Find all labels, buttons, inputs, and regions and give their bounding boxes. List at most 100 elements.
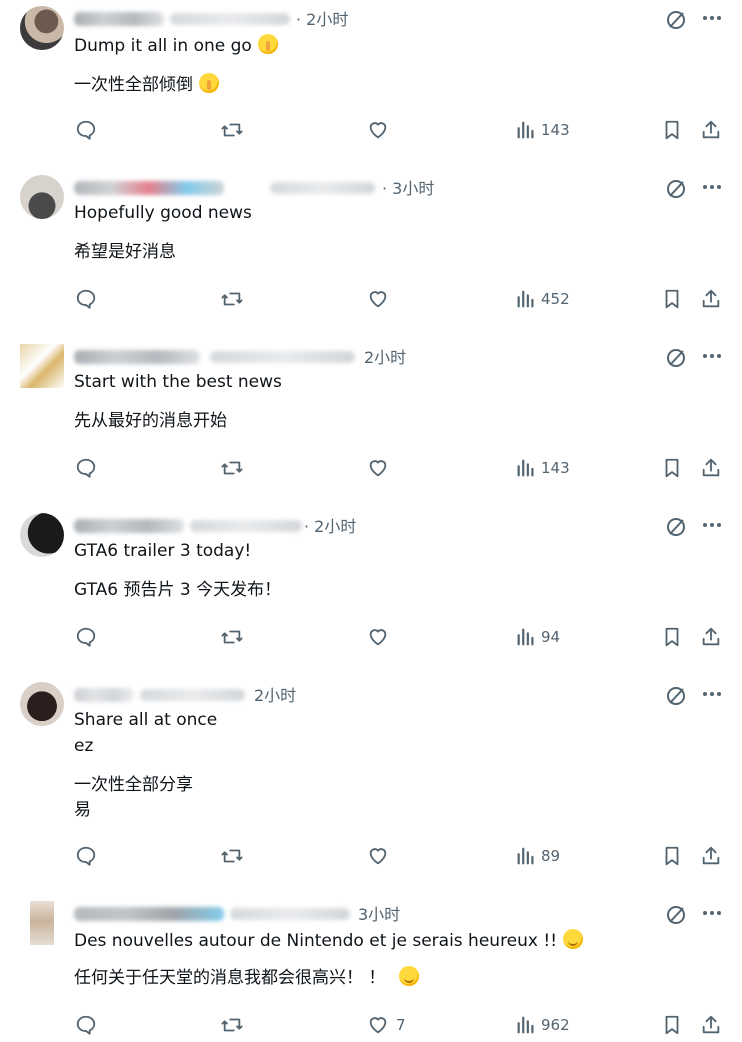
more-icon[interactable] — [700, 6, 724, 30]
grok-icon[interactable] — [664, 8, 688, 32]
reply-icon — [76, 627, 96, 647]
grok-icon[interactable] — [664, 903, 688, 927]
like-icon — [369, 848, 387, 865]
retweet-button[interactable] — [221, 845, 243, 869]
like-button[interactable] — [367, 845, 389, 869]
display-name-redacted[interactable] — [74, 181, 224, 195]
avatar[interactable] — [20, 513, 64, 557]
share-button[interactable] — [700, 1014, 722, 1038]
bookmark-button[interactable] — [661, 288, 683, 312]
display-name-redacted[interactable] — [74, 350, 200, 364]
reply-button[interactable] — [75, 288, 97, 312]
retweet-button[interactable] — [221, 119, 243, 143]
grok-icon[interactable] — [664, 515, 688, 539]
avatar[interactable] — [20, 682, 64, 726]
views-button[interactable] — [515, 1014, 537, 1038]
like-icon — [369, 460, 387, 477]
display-name-redacted[interactable] — [74, 907, 224, 921]
reply-text-line: 一次性全部分享 — [74, 775, 193, 795]
smiling-face-icon — [563, 929, 584, 949]
views-icon — [517, 290, 534, 308]
reply-button[interactable] — [75, 457, 97, 481]
share-button[interactable] — [700, 288, 722, 312]
reply-button[interactable] — [75, 1014, 97, 1038]
retweet-button[interactable] — [221, 288, 243, 312]
grok-icon[interactable] — [664, 684, 688, 708]
retweet-icon — [221, 1018, 243, 1032]
reply-icon — [76, 846, 96, 866]
bookmark-button[interactable] — [661, 457, 683, 481]
views-button[interactable] — [515, 626, 537, 650]
timestamp[interactable]: 2小时 — [364, 344, 406, 368]
timestamp[interactable]: · 2小时 — [296, 6, 348, 30]
display-name-redacted[interactable] — [74, 519, 184, 533]
views-icon — [517, 459, 534, 477]
share-button[interactable] — [700, 845, 722, 869]
reply-text-line: 希望是好消息 — [74, 242, 176, 262]
bookmark-button[interactable] — [661, 626, 683, 650]
reply-button[interactable] — [75, 626, 97, 650]
like-button[interactable] — [367, 1014, 389, 1038]
timestamp[interactable]: 3小时 — [358, 901, 400, 925]
bookmark-icon — [665, 120, 679, 140]
share-button[interactable] — [700, 119, 722, 143]
bookmark-icon — [665, 1015, 679, 1035]
share-icon — [702, 1015, 720, 1034]
share-icon — [702, 289, 720, 308]
avatar[interactable] — [20, 175, 64, 219]
timestamp[interactable]: 2小时 — [254, 682, 296, 706]
views-count: 94 — [541, 628, 561, 646]
like-button[interactable] — [367, 119, 389, 143]
timestamp[interactable]: · 3小时 — [382, 175, 434, 199]
more-icon[interactable] — [700, 344, 724, 368]
more-icon[interactable] — [700, 901, 724, 925]
reply-button[interactable] — [75, 119, 97, 143]
share-icon — [702, 458, 720, 477]
like-button[interactable] — [367, 288, 389, 312]
bookmark-icon — [665, 846, 679, 866]
retweet-button[interactable] — [221, 1014, 243, 1038]
shushing-face-icon — [257, 34, 278, 54]
retweet-button[interactable] — [221, 626, 243, 650]
views-button[interactable] — [515, 288, 537, 312]
views-button[interactable] — [515, 119, 537, 143]
views-icon — [517, 847, 534, 865]
handle-redacted — [190, 520, 302, 532]
more-icon[interactable] — [700, 175, 724, 199]
retweet-icon — [221, 292, 243, 306]
avatar[interactable] — [20, 6, 64, 50]
reply-button[interactable] — [75, 845, 97, 869]
grok-icon[interactable] — [664, 177, 688, 201]
share-icon — [702, 627, 720, 646]
bookmark-icon — [665, 289, 679, 309]
views-count: 143 — [541, 121, 570, 139]
more-icon[interactable] — [700, 682, 724, 706]
smiling-face-icon — [399, 966, 420, 986]
share-button[interactable] — [700, 626, 722, 650]
bookmark-button[interactable] — [661, 845, 683, 869]
reply-text-line: Share all at once — [74, 710, 218, 730]
reply-text-line: Dump it all in one go — [74, 34, 278, 56]
shushing-face-icon — [199, 73, 219, 93]
views-button[interactable] — [515, 845, 537, 869]
display-name-redacted[interactable] — [74, 12, 164, 26]
bookmark-icon — [665, 458, 679, 478]
like-button[interactable] — [367, 626, 389, 650]
views-button[interactable] — [515, 457, 537, 481]
grok-icon[interactable] — [664, 346, 688, 370]
share-button[interactable] — [700, 457, 722, 481]
reply-text-line: 先从最好的消息开始 — [74, 411, 227, 431]
bookmark-button[interactable] — [661, 1014, 683, 1038]
retweet-button[interactable] — [221, 457, 243, 481]
avatar[interactable] — [30, 901, 54, 945]
like-button[interactable] — [367, 457, 389, 481]
display-name-redacted[interactable] — [74, 688, 134, 702]
timestamp[interactable]: · 2小时 — [304, 513, 356, 537]
reply-text-line: GTA6 预告片 3 今天发布！ — [74, 580, 282, 600]
views-icon — [517, 628, 534, 646]
like-icon — [369, 291, 387, 308]
views-icon — [517, 1016, 534, 1034]
more-icon[interactable] — [700, 513, 724, 537]
bookmark-button[interactable] — [661, 119, 683, 143]
avatar[interactable] — [20, 344, 64, 388]
